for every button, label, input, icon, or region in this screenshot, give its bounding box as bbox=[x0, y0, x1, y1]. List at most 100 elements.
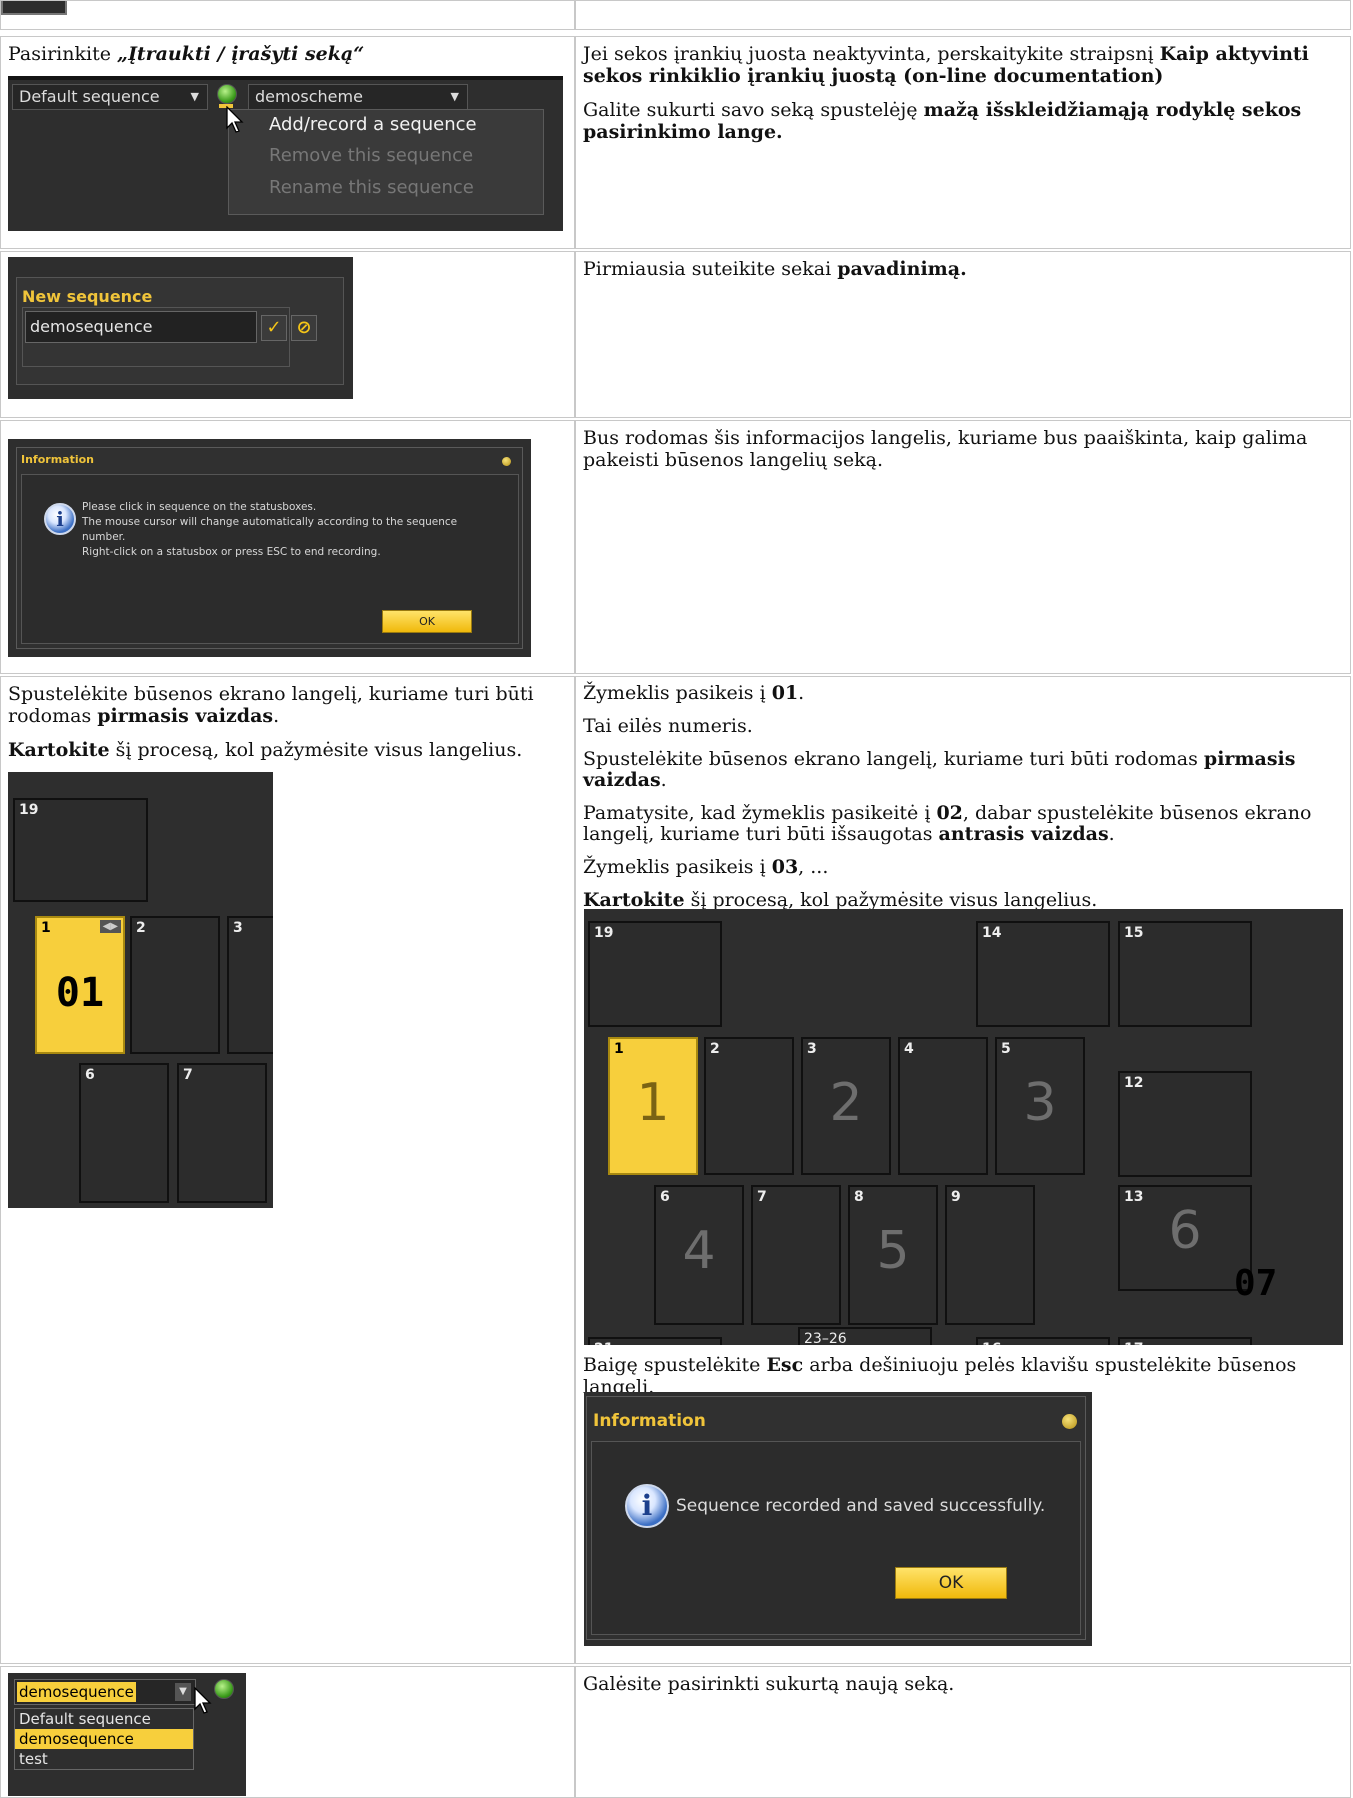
cell-left: New sequence demosequence ✓ ⊘ bbox=[1, 252, 576, 417]
cell-right: Galėsite pasirinkti sukurtą naują seką. bbox=[576, 1667, 1350, 1797]
option-demosequence[interactable]: demosequence bbox=[15, 1729, 193, 1749]
statusbox-9[interactable]: 9 bbox=[945, 1185, 1035, 1325]
row-top-cut bbox=[0, 0, 1351, 30]
dialog-body: i Sequence recorded and saved successful… bbox=[591, 1441, 1081, 1635]
cell-left bbox=[1, 1, 576, 29]
cell-left: Information i Please click in sequence o… bbox=[1, 421, 576, 673]
scheme-dropdown[interactable]: demoscheme ▼ bbox=[248, 84, 468, 110]
dialog-title: Information bbox=[593, 1411, 706, 1431]
new-sequence-dialog-screenshot: New sequence demosequence ✓ ⊘ bbox=[8, 257, 353, 399]
mouse-cursor-icon bbox=[194, 1687, 212, 1714]
ok-button[interactable]: OK bbox=[895, 1567, 1007, 1599]
explanation-text: Žymeklis pasikeis į 01. Tai eilės numeri… bbox=[583, 682, 1312, 911]
statusbox-21[interactable]: 21 bbox=[588, 1337, 722, 1345]
explanation-text: Bus rodomas šis informacijos langelis, k… bbox=[583, 427, 1308, 471]
success-dialog-screenshot: Information i Sequence recorded and save… bbox=[584, 1392, 1092, 1646]
sequence-toolbar-screenshot: Default sequence ▼ demoscheme ▼ Add/reco… bbox=[8, 76, 563, 231]
cell-right bbox=[576, 1, 1350, 29]
sequence-select-screenshot: demosequence ▼ Default sequence demosequ… bbox=[8, 1673, 246, 1796]
menu-item-add-record[interactable]: Add/record a sequence bbox=[269, 114, 477, 135]
sequence-options-list: Default sequence demosequence test bbox=[14, 1708, 194, 1770]
statusbox-23-26[interactable]: 23–26 bbox=[798, 1327, 932, 1345]
statusbox-1[interactable]: 1 1 bbox=[608, 1037, 698, 1175]
statusbox-15[interactable]: 15 bbox=[1118, 921, 1252, 1027]
mouse-cursor-icon bbox=[226, 106, 244, 133]
instruction-text: Spustelėkite būsenos ekrano langelį, kur… bbox=[8, 683, 534, 761]
statusbox-6[interactable]: 6 4 bbox=[654, 1185, 744, 1325]
row-new-sequence: New sequence demosequence ✓ ⊘ Pirmiausia… bbox=[0, 251, 1351, 418]
cell-right: Žymeklis pasikeis į 01. Tai eilės numeri… bbox=[576, 677, 1350, 1663]
menu-command-name: „Įtraukti / įrašyti seką“ bbox=[117, 43, 365, 65]
dialog-message: Please click in sequence on the statusbo… bbox=[82, 501, 458, 558]
sequence-cursor-label: 07 bbox=[1234, 1263, 1278, 1304]
sequence-number: 5 bbox=[876, 1221, 910, 1281]
sequence-name-input[interactable]: demosequence bbox=[25, 311, 257, 343]
cell-left: Spustelėkite būsenos ekrano langelį, kur… bbox=[1, 677, 576, 1663]
dialog: Information i Sequence recorded and save… bbox=[586, 1396, 1086, 1640]
row-record-sequence: Spustelėkite būsenos ekrano langelį, kur… bbox=[0, 676, 1351, 1664]
dialog-title: Information bbox=[21, 453, 94, 466]
statusbox-2[interactable]: 2 bbox=[130, 916, 220, 1054]
selected-sequence: demosequence bbox=[17, 1682, 136, 1702]
option-test[interactable]: test bbox=[15, 1749, 193, 1769]
statusbox-12[interactable]: 12 bbox=[1118, 1071, 1252, 1177]
sequence-dropdown[interactable]: Default sequence ▼ bbox=[12, 84, 208, 110]
arrow-controls-icon[interactable]: ◀▶ bbox=[99, 920, 121, 933]
option-default-sequence[interactable]: Default sequence bbox=[15, 1709, 193, 1729]
dialog-message: Sequence recorded and saved successfully… bbox=[676, 1496, 1046, 1516]
statusbox-4[interactable]: 4 bbox=[898, 1037, 988, 1175]
cell-right: Jei sekos įrankių juosta neaktyvinta, pe… bbox=[576, 37, 1350, 248]
sequence-context-menu: Add/record a sequence Remove this sequen… bbox=[228, 109, 544, 215]
info-icon: i bbox=[625, 1484, 669, 1528]
instruction-text: Pasirinkite „Įtraukti / įrašyti seką“ bbox=[8, 43, 365, 65]
close-icon[interactable] bbox=[502, 457, 511, 466]
statusbox-5[interactable]: 5 3 bbox=[995, 1037, 1085, 1175]
cell-left: Pasirinkite „Įtraukti / įrašyti seką“ De… bbox=[1, 37, 576, 248]
statusbox-14[interactable]: 14 bbox=[976, 921, 1110, 1027]
statusbox-19[interactable]: 19 bbox=[588, 921, 722, 1027]
sequence-number: 1 bbox=[636, 1073, 670, 1133]
statusbox-16[interactable]: 16 bbox=[976, 1337, 1110, 1345]
sequence-status-icon[interactable] bbox=[214, 1679, 234, 1699]
chevron-down-icon[interactable]: ▼ bbox=[191, 85, 199, 109]
dialog-body: i Please click in sequence on the status… bbox=[21, 474, 519, 644]
chevron-down-icon[interactable]: ▼ bbox=[175, 1683, 191, 1701]
statusbox-screenshot-small: 19 1 ◀▶ 01 2 3 6 7 bbox=[8, 772, 273, 1208]
screenshot-fragment bbox=[1, 1, 67, 15]
sequence-status-icon[interactable] bbox=[217, 84, 237, 104]
statusbox-13[interactable]: 13 6 bbox=[1118, 1185, 1252, 1291]
sequence-number: 3 bbox=[1023, 1073, 1057, 1133]
dialog-title: New sequence bbox=[22, 287, 153, 306]
explanation-text: Pirmiausia suteikite sekai pavadinimą. bbox=[583, 258, 967, 280]
chevron-down-icon[interactable]: ▼ bbox=[451, 85, 459, 109]
row-add-record: Pasirinkite „Įtraukti / įrašyti seką“ De… bbox=[0, 36, 1351, 249]
statusbox-7[interactable]: 7 bbox=[177, 1063, 267, 1203]
statusbox-8[interactable]: 8 5 bbox=[848, 1185, 938, 1325]
cell-left: demosequence ▼ Default sequence demosequ… bbox=[1, 1667, 576, 1797]
menu-item-remove[interactable]: Remove this sequence bbox=[269, 145, 473, 166]
confirm-check-icon[interactable]: ✓ bbox=[261, 315, 287, 341]
statusbox-6[interactable]: 6 bbox=[79, 1063, 169, 1203]
statusbox-17[interactable]: 17 bbox=[1118, 1337, 1252, 1345]
statusbox-2[interactable]: 2 bbox=[704, 1037, 794, 1175]
information-dialog-screenshot: Information i Please click in sequence o… bbox=[8, 439, 531, 657]
statusbox-7[interactable]: 7 bbox=[751, 1185, 841, 1325]
cell-right: Pirmiausia suteikite sekai pavadinimą. bbox=[576, 252, 1350, 417]
row-select-sequence: demosequence ▼ Default sequence demosequ… bbox=[0, 1666, 1351, 1798]
statusbox-3[interactable]: 3 bbox=[227, 916, 273, 1054]
sequence-number: 6 bbox=[1168, 1201, 1202, 1261]
close-icon[interactable] bbox=[1062, 1414, 1077, 1429]
statusbox-19[interactable]: 19 bbox=[13, 798, 148, 902]
sequence-number: 2 bbox=[829, 1073, 863, 1133]
menu-item-rename[interactable]: Rename this sequence bbox=[269, 177, 474, 198]
row-information: Information i Please click in sequence o… bbox=[0, 420, 1351, 674]
sequence-cursor-label: 01 bbox=[55, 970, 105, 1016]
dialog: Information i Please click in sequence o… bbox=[16, 447, 523, 649]
statusbox-1[interactable]: 1 ◀▶ 01 bbox=[35, 916, 125, 1054]
ok-button[interactable]: OK bbox=[382, 610, 472, 633]
sequence-select[interactable]: demosequence ▼ bbox=[14, 1679, 196, 1705]
cell-right: Bus rodomas šis informacijos langelis, k… bbox=[576, 421, 1350, 673]
statusbox-3[interactable]: 3 2 bbox=[801, 1037, 891, 1175]
cancel-icon[interactable]: ⊘ bbox=[291, 315, 317, 341]
explanation-text: Galėsite pasirinkti sukurtą naują seką. bbox=[583, 1673, 955, 1695]
